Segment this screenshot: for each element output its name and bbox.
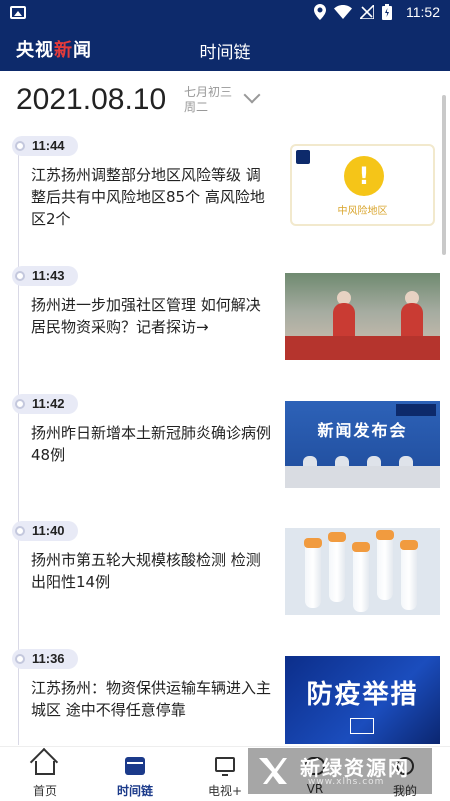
test-tube xyxy=(401,548,417,610)
item-time: 11:44 xyxy=(32,138,65,153)
test-tube xyxy=(353,550,369,612)
tube-cap xyxy=(400,540,418,550)
location-icon xyxy=(314,4,326,20)
nav-label: 首页 xyxy=(32,784,57,798)
current-date: 2021.08.10 xyxy=(16,83,167,116)
weekday: 周二 xyxy=(184,100,209,114)
no-signal-icon xyxy=(360,5,374,19)
time-pill: 11:40 xyxy=(12,521,78,541)
cctv-tag-icon xyxy=(296,150,310,164)
timeline-dot xyxy=(15,271,25,281)
timeline-item[interactable]: 11:43 扬州进一步加强社区管理 如何解决居民物资采购？记者探访→ xyxy=(0,266,450,386)
tube-cap xyxy=(328,532,346,542)
photo-desk xyxy=(285,466,440,488)
lunar-date-block: 七月初三 周二 xyxy=(184,85,232,115)
lunar-date: 七月初三 xyxy=(184,85,233,99)
tube-cap xyxy=(352,542,370,552)
time-pill: 11:43 xyxy=(12,266,78,286)
watermark: 新绿资源网 www.xlhs.com xyxy=(248,748,432,794)
item-headline[interactable]: 扬州市第五轮大规模核酸检测 检测出阳性14例 xyxy=(31,549,275,593)
watermark-url: www.xlhs.com xyxy=(308,777,385,787)
status-bar: 11:52 xyxy=(0,0,450,26)
timeline-item[interactable]: 11:44 江苏扬州调整部分地区风险等级 调整后共有中风险地区85个 高风险地区… xyxy=(0,136,450,256)
warning-icon: ! xyxy=(344,156,384,196)
item-headline[interactable]: 扬州昨日新增本土新冠肺炎确诊病例48例 xyxy=(31,422,275,466)
time-pill: 11:42 xyxy=(12,394,78,414)
timeline-item[interactable]: 11:40 扬州市第五轮大规模核酸检测 检测出阳性14例 xyxy=(0,521,450,641)
date-bar: 2021.08.10 七月初三 周二 xyxy=(0,71,450,131)
timeline-dot xyxy=(15,526,25,536)
item-headline[interactable]: 江苏扬州：物资保供运输车辆进入主城区 途中不得任意停靠 xyxy=(31,677,275,721)
nav-item-home[interactable]: 首页 xyxy=(0,747,90,801)
time-pill: 11:36 xyxy=(12,649,78,669)
tv-icon xyxy=(215,757,235,776)
item-headline[interactable]: 江苏扬州调整部分地区风险等级 调整后共有中风险地区85个 高风险地区2个 xyxy=(31,164,275,230)
thumbnail-caption: 中风险地区 xyxy=(337,206,388,217)
nav-label: 时间链 xyxy=(116,784,153,798)
timeline-dot xyxy=(15,141,25,151)
photo-counter xyxy=(285,336,440,360)
item-time: 11:36 xyxy=(32,651,65,666)
image-notification-icon xyxy=(10,6,26,19)
battery-icon xyxy=(382,4,392,20)
item-time: 11:40 xyxy=(32,523,65,538)
item-time: 11:43 xyxy=(32,268,65,283)
item-thumbnail[interactable]: 新闻发布会 xyxy=(285,401,440,488)
chevron-down-icon[interactable] xyxy=(243,86,261,104)
thumbnail-banner: 新闻发布会 xyxy=(317,421,408,440)
item-thumbnail[interactable]: 防疫举措 xyxy=(285,656,440,744)
item-thumbnail[interactable]: ! 中风险地区 xyxy=(290,144,435,226)
nav-item-timeline[interactable]: 时间链 xyxy=(90,747,180,801)
cctv-logo-badge xyxy=(350,718,374,734)
timeline-dot xyxy=(15,654,25,664)
watermark-logo-icon xyxy=(259,758,287,784)
test-tube xyxy=(305,546,321,608)
tube-cap xyxy=(304,538,322,548)
test-tube xyxy=(377,538,393,600)
item-time: 11:42 xyxy=(32,396,65,411)
home-icon xyxy=(35,761,55,775)
calendar-icon xyxy=(125,757,145,775)
thumbnail-banner: 防疫举措 xyxy=(306,680,419,710)
cctv-logo-badge xyxy=(396,404,436,416)
item-headline[interactable]: 扬州进一步加强社区管理 如何解决居民物资采购？记者探访→ xyxy=(31,294,275,338)
tube-cap xyxy=(376,530,394,540)
page-title: 时间链 xyxy=(199,43,251,63)
test-tube xyxy=(329,540,345,602)
timeline-dot xyxy=(15,399,25,409)
timeline-item[interactable]: 11:42 扬州昨日新增本土新冠肺炎确诊病例48例 新闻发布会 xyxy=(0,394,450,514)
item-thumbnail[interactable] xyxy=(285,528,440,615)
status-time: 11:52 xyxy=(406,4,440,20)
wifi-icon xyxy=(334,5,352,19)
item-thumbnail[interactable] xyxy=(285,273,440,360)
time-pill: 11:44 xyxy=(12,136,78,156)
status-icons xyxy=(314,4,392,20)
app-header: 央视新闻 时间链 xyxy=(0,26,450,71)
